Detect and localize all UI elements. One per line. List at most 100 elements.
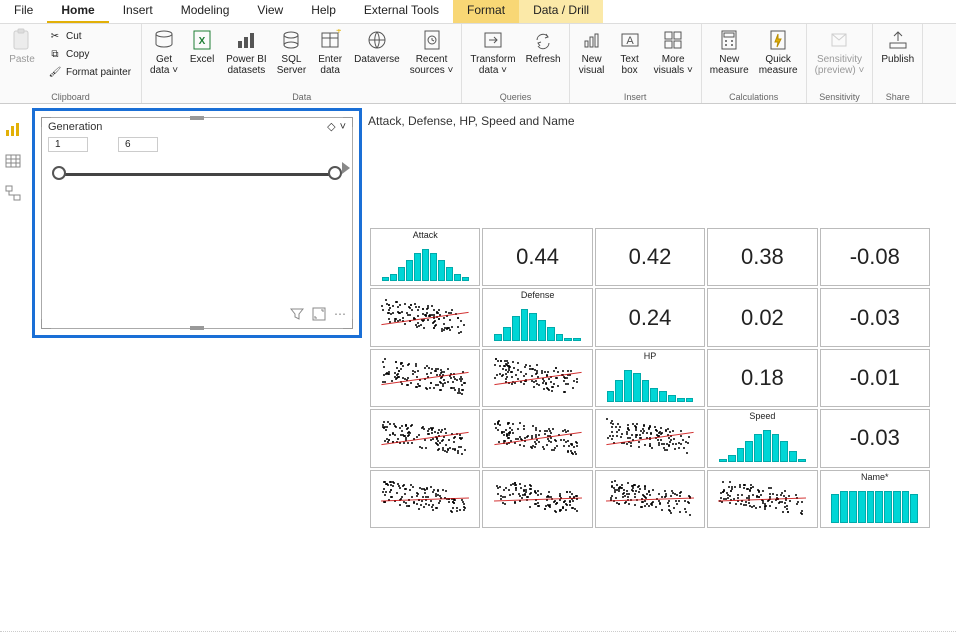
filter-icon[interactable]	[290, 307, 304, 324]
publish-button[interactable]: Publish	[877, 26, 918, 67]
excel-label: Excel	[190, 54, 214, 65]
paste-button: Paste	[4, 26, 40, 67]
group-label-data: Data	[146, 92, 457, 103]
get-data-button[interactable]: Get data ˅	[146, 26, 182, 78]
ribbon-group-clipboard: Paste ✂ Cut ⧉ Copy 🖌 Format painter Clip…	[0, 24, 142, 103]
new-measure-label: New measure	[710, 54, 749, 76]
transform-label: Transform data ˅	[470, 54, 515, 76]
sensitivity-label: Sensitivity (preview) ˅	[815, 54, 865, 76]
transform-data-button[interactable]: Transform data ˅	[466, 26, 519, 78]
ribbon-group-sensitivity: Sensitivity (preview) ˅ Sensitivity	[807, 24, 874, 103]
group-label-share: Share	[877, 92, 918, 103]
slicer-slider[interactable]	[52, 164, 342, 184]
tab-insert[interactable]: Insert	[109, 0, 167, 23]
tab-external-tools[interactable]: External Tools	[350, 0, 453, 23]
slider-handle-max[interactable]	[328, 166, 342, 180]
group-label-sensitivity: Sensitivity	[811, 92, 869, 103]
new-visual-icon	[580, 28, 604, 52]
enter-data-button[interactable]: + Enter data	[312, 26, 348, 78]
corr-attack-defense: 0.44	[482, 228, 592, 286]
pbi-datasets-label: Power BI datasets	[226, 54, 267, 76]
tab-modeling[interactable]: Modeling	[167, 0, 244, 23]
correlogram-visual[interactable]: Attack0.440.420.38-0.08Defense0.240.02-0…	[370, 228, 930, 528]
ribbon-group-data: Get data ˅ X Excel Power BI datasets SQL…	[142, 24, 462, 103]
group-label-calculations: Calculations	[706, 92, 802, 103]
svg-text:A: A	[626, 35, 634, 47]
dataverse-button[interactable]: Dataverse	[350, 26, 404, 67]
publish-icon	[886, 28, 910, 52]
new-visual-button[interactable]: New visual	[574, 26, 610, 78]
corr-attack-speed: 0.38	[707, 228, 817, 286]
sql-server-button[interactable]: SQL Server	[273, 26, 310, 78]
publish-label: Publish	[881, 54, 914, 65]
ribbon-group-insert: New visual A Text box More visuals ˅ Ins…	[570, 24, 702, 103]
more-visuals-icon	[661, 28, 685, 52]
sensitivity-icon	[827, 28, 851, 52]
refresh-label: Refresh	[526, 54, 561, 65]
sql-label: SQL Server	[277, 54, 306, 76]
hist-label: Defense	[483, 290, 591, 300]
scatter-defense-attack	[370, 288, 480, 346]
recent-sources-button[interactable]: Recent sources ˅	[406, 26, 458, 78]
scatter-speed-hp	[595, 409, 705, 467]
focus-mode-icon[interactable]	[312, 307, 326, 324]
enter-data-label: Enter data	[318, 54, 342, 76]
ribbon-group-queries: Transform data ˅ Refresh Queries	[462, 24, 569, 103]
copy-button[interactable]: ⧉ Copy	[46, 46, 133, 62]
hist-label: Speed	[708, 411, 816, 421]
new-measure-button[interactable]: New measure	[706, 26, 753, 78]
slicer-title: Generation	[48, 121, 102, 133]
tab-view[interactable]: View	[243, 0, 297, 23]
quick-measure-label: Quick measure	[759, 54, 798, 76]
paintbrush-icon: 🖌	[48, 65, 62, 79]
pbi-datasets-button[interactable]: Power BI datasets	[222, 26, 271, 78]
scatter-name-speed	[707, 470, 817, 528]
transform-icon	[481, 28, 505, 52]
tab-file[interactable]: File	[0, 0, 47, 23]
tab-data-drill[interactable]: Data / Drill	[519, 0, 603, 23]
refresh-button[interactable]: Refresh	[522, 26, 565, 67]
ribbon-group-share: Publish Share	[873, 24, 923, 103]
copy-label: Copy	[66, 49, 89, 60]
tab-format[interactable]: Format	[453, 0, 519, 23]
hist-label: HP	[596, 351, 704, 361]
cut-label: Cut	[66, 31, 82, 42]
paste-label: Paste	[9, 54, 35, 65]
database-icon	[152, 28, 176, 52]
recent-label: Recent sources ˅	[410, 54, 454, 76]
tab-home[interactable]: Home	[47, 0, 108, 23]
get-data-label: Get data ˅	[150, 54, 178, 76]
report-view-icon[interactable]	[4, 120, 22, 138]
scatter-hp-attack	[370, 349, 480, 407]
ribbon: Paste ✂ Cut ⧉ Copy 🖌 Format painter Clip…	[0, 24, 956, 104]
corr-hp-name: -0.01	[820, 349, 930, 407]
sql-icon	[279, 28, 303, 52]
cut-button[interactable]: ✂ Cut	[46, 28, 133, 44]
corr-defense-name: -0.03	[820, 288, 930, 346]
quick-measure-icon	[766, 28, 790, 52]
slicer-visual[interactable]: Generation ◇ ˅ 1 6 ⋯	[32, 108, 362, 338]
model-view-icon[interactable]	[4, 184, 22, 202]
more-visuals-button[interactable]: More visuals ˅	[650, 26, 697, 78]
calculator-icon	[717, 28, 741, 52]
hist-label: Name*	[821, 472, 929, 482]
ribbon-group-calculations: New measure Quick measure Calculations	[702, 24, 807, 103]
more-visuals-label: More visuals ˅	[654, 54, 693, 76]
text-box-button[interactable]: A Text box	[612, 26, 648, 78]
eraser-icon[interactable]: ◇	[327, 120, 335, 133]
corr-attack-hp: 0.42	[595, 228, 705, 286]
svg-text:X: X	[199, 36, 206, 47]
slicer-max-input[interactable]: 6	[118, 137, 158, 152]
view-switcher	[0, 114, 26, 202]
corr-hp-speed: 0.18	[707, 349, 817, 407]
slider-handle-min[interactable]	[52, 166, 66, 180]
excel-button[interactable]: X Excel	[184, 26, 220, 67]
report-canvas[interactable]: Generation ◇ ˅ 1 6 ⋯ Attack, D	[0, 104, 956, 632]
svg-text:+: +	[336, 29, 341, 37]
slicer-min-input[interactable]: 1	[48, 137, 88, 152]
format-painter-button[interactable]: 🖌 Format painter	[46, 64, 133, 80]
data-view-icon[interactable]	[4, 152, 22, 170]
quick-measure-button[interactable]: Quick measure	[755, 26, 802, 78]
tab-help[interactable]: Help	[297, 0, 350, 23]
more-options-icon[interactable]: ⋯	[334, 307, 346, 324]
